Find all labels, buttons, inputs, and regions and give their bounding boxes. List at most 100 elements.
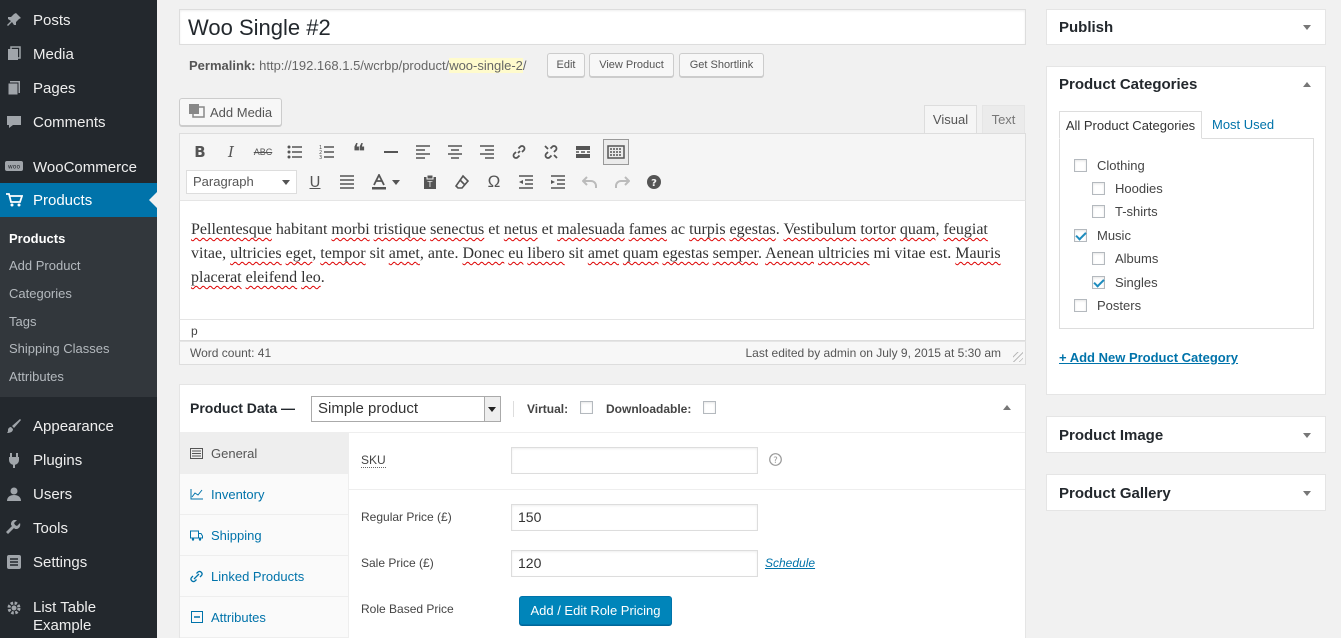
format-select[interactable]: Paragraph [186, 170, 297, 194]
blockquote-icon[interactable]: ❝ [347, 139, 371, 164]
menu-comments[interactable]: Comments [0, 105, 157, 139]
tab-all-categories[interactable]: All Product Categories [1059, 111, 1202, 139]
category-checkbox[interactable] [1092, 252, 1105, 265]
menu-products[interactable]: Products [0, 183, 157, 217]
collapse-icon[interactable] [1003, 405, 1011, 410]
help-tip-icon[interactable]: ? [769, 453, 782, 469]
tab-general[interactable]: General [180, 433, 349, 474]
link-icon [190, 570, 203, 583]
italic-icon[interactable]: I [219, 140, 243, 164]
category-checkbox[interactable] [1074, 159, 1087, 172]
gear-icon [5, 599, 23, 617]
editor-toolbar: B I ABC 123 ❝ Paragraph U T Ω ? [179, 133, 1026, 200]
expand-icon[interactable] [1303, 491, 1311, 496]
permalink-label: Permalink: [189, 58, 256, 73]
redo-icon[interactable] [610, 170, 634, 194]
menu-settings[interactable]: Settings [0, 545, 157, 579]
expand-icon[interactable] [1303, 433, 1311, 438]
collapse-icon[interactable] [1303, 82, 1311, 87]
category-checkbox[interactable] [1092, 205, 1105, 218]
editor-content[interactable]: Pellentesque habitant morbi tristique se… [179, 200, 1026, 319]
category-checkbox[interactable] [1074, 299, 1087, 312]
view-product-button[interactable]: View Product [589, 53, 674, 77]
product-data-box: Product Data — Simple product Virtual: D… [179, 384, 1026, 638]
permalink-slug[interactable]: woo-single-2 [449, 58, 523, 73]
paste-text-icon[interactable]: T [418, 170, 442, 194]
tab-shipping[interactable]: Shipping [180, 515, 349, 556]
post-title-input[interactable]: Woo Single #2 [179, 9, 1026, 45]
justify-icon[interactable] [335, 170, 359, 194]
downloadable-checkbox[interactable] [703, 401, 716, 414]
link-icon[interactable] [507, 140, 531, 164]
submenu-products[interactable]: Products [9, 231, 65, 246]
bullet-list-icon[interactable] [283, 140, 307, 164]
pages-icon [5, 79, 23, 97]
product-image-box[interactable]: Product Image [1046, 416, 1326, 453]
tab-linked-products[interactable]: Linked Products [180, 556, 349, 597]
undo-icon[interactable] [578, 170, 602, 194]
add-new-category-link[interactable]: + Add New Product Category [1059, 350, 1238, 365]
special-character-icon[interactable]: Ω [482, 170, 506, 194]
text-color-dropdown-icon[interactable] [389, 170, 403, 194]
category-label: Hoodies [1115, 181, 1163, 196]
help-icon[interactable]: ? [642, 170, 666, 194]
toolbar-toggle-icon[interactable] [603, 139, 629, 165]
align-center-icon[interactable] [443, 140, 467, 164]
numbered-list-icon[interactable]: 123 [315, 140, 339, 164]
tab-most-used[interactable]: Most Used [1212, 117, 1274, 132]
menu-pages[interactable]: Pages [0, 71, 157, 105]
outdent-icon[interactable] [514, 170, 538, 194]
submenu-attributes[interactable]: Attributes [9, 369, 64, 384]
svg-text:woo: woo [8, 164, 21, 171]
unlink-icon[interactable] [539, 140, 563, 164]
virtual-checkbox[interactable] [580, 401, 593, 414]
menu-posts[interactable]: Posts [0, 3, 157, 37]
schedule-link[interactable]: Schedule [765, 556, 815, 570]
underline-icon[interactable]: U [303, 170, 327, 194]
menu-list-table-example[interactable]: List Table Example [0, 599, 157, 634]
submenu-add-product[interactable]: Add Product [9, 258, 81, 273]
get-shortlink-button[interactable]: Get Shortlink [679, 53, 764, 77]
admin-sidebar: Posts Media Pages Comments woo WooCommer… [0, 0, 157, 638]
product-data-tabs: General Inventory Shipping Linked Produc… [180, 433, 349, 638]
inventory-icon [190, 488, 203, 501]
publish-box[interactable]: Publish [1046, 9, 1326, 45]
read-more-icon[interactable] [571, 140, 595, 164]
category-checkbox[interactable] [1092, 276, 1105, 289]
category-checkbox[interactable] [1074, 229, 1087, 242]
regular-price-input[interactable]: 150 [511, 504, 758, 531]
submenu-tags[interactable]: Tags [9, 314, 36, 329]
tab-visual[interactable]: Visual [924, 105, 977, 133]
menu-media[interactable]: Media [0, 37, 157, 71]
submenu-categories[interactable]: Categories [9, 286, 72, 301]
align-right-icon[interactable] [475, 140, 499, 164]
menu-appearance[interactable]: Appearance [0, 409, 157, 443]
menu-woocommerce[interactable]: woo WooCommerce [0, 150, 157, 184]
role-pricing-button[interactable]: Add / Edit Role Pricing [519, 596, 672, 625]
menu-plugins[interactable]: Plugins [0, 443, 157, 477]
bold-icon[interactable]: B [188, 140, 212, 164]
strikethrough-icon[interactable]: ABC [251, 140, 275, 164]
text-color-icon[interactable] [367, 170, 391, 194]
menu-users[interactable]: Users [0, 477, 157, 511]
menu-tools[interactable]: Tools [0, 511, 157, 545]
clear-formatting-icon[interactable] [450, 170, 474, 194]
sku-input[interactable] [511, 447, 758, 474]
submenu-shipping-classes[interactable]: Shipping Classes [9, 341, 109, 356]
sale-price-input[interactable]: 120 [511, 550, 758, 577]
tab-inventory[interactable]: Inventory [180, 474, 349, 515]
product-type-select[interactable]: Simple product [311, 396, 501, 422]
svg-text:T: T [427, 180, 433, 189]
edit-permalink-button[interactable]: Edit [547, 53, 585, 77]
resize-handle[interactable] [1013, 352, 1023, 362]
editor-path[interactable]: p [179, 319, 1026, 341]
expand-icon[interactable] [1303, 25, 1311, 30]
add-media-button[interactable]: Add Media [179, 98, 282, 126]
indent-icon[interactable] [546, 170, 570, 194]
tab-text[interactable]: Text [982, 105, 1025, 133]
category-checkbox[interactable] [1092, 182, 1105, 195]
align-left-icon[interactable] [411, 140, 435, 164]
product-gallery-box[interactable]: Product Gallery [1046, 474, 1326, 511]
tab-attributes[interactable]: Attributes [180, 597, 349, 638]
horizontal-line-icon[interactable] [379, 140, 403, 164]
